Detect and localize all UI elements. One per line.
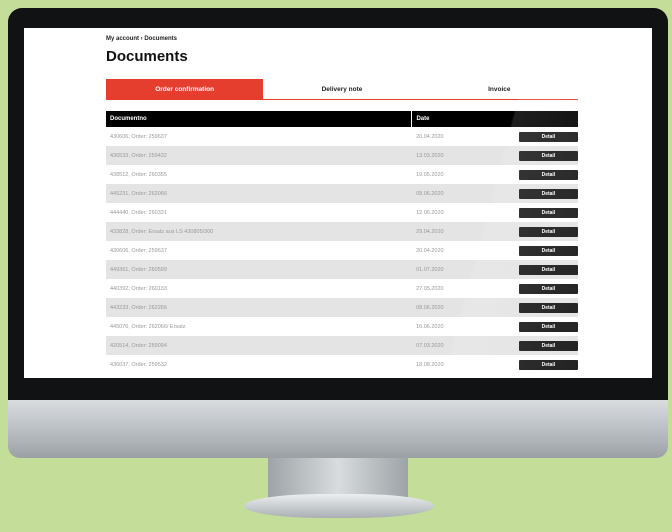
monitor-stand-base bbox=[244, 494, 434, 518]
table-row: 449361, Order: 260599 01.07.2020 Detail bbox=[106, 260, 579, 279]
document-number-cell: 449361, Order: 260599 bbox=[110, 266, 167, 273]
date-cell: 08.06.2020 bbox=[416, 304, 444, 311]
table-row: 445076, Order: 262066/ Ersatz 16.06.2020 D… bbox=[106, 317, 579, 336]
table-row: 420514, Order: 259094 07.03.2020 Detail bbox=[106, 336, 579, 355]
tab-delivery-note[interactable]: Delivery note bbox=[263, 79, 420, 99]
table-row: 440392, Order: 260133 27.05.2020 Detail bbox=[106, 279, 579, 298]
table-row: 433828, Order: Ersatz aus LS 430805/300 2… bbox=[106, 222, 579, 241]
date-cell: 18.08.2020 bbox=[416, 361, 444, 368]
documents-page: My account › Documents Documents Order c… bbox=[106, 28, 579, 378]
tab-invoice[interactable]: Invoice bbox=[421, 79, 578, 99]
documents-table: Documentno Date 430606, Order: 259637 20.… bbox=[106, 111, 579, 374]
detail-button[interactable]: Detail bbox=[518, 169, 579, 180]
detail-button[interactable]: Detail bbox=[518, 340, 579, 351]
table-row: 445231, Order: 262066 08.06.2020 Detail bbox=[106, 184, 579, 203]
table-row: 436037, Order: 259532 18.08.2020 Detail bbox=[106, 355, 579, 374]
document-number-cell: 436533, Order: 259432 bbox=[110, 152, 167, 159]
document-number-cell: 445231, Order: 262066 bbox=[110, 190, 167, 197]
detail-button[interactable]: Detail bbox=[518, 131, 579, 142]
document-number-cell: 443233, Order: 262266 bbox=[110, 304, 167, 311]
date-cell: 29.04.2020 bbox=[416, 228, 444, 235]
document-number-cell: 445076, Order: 262066/ Ersatz bbox=[110, 323, 186, 330]
monitor-screen: My account › Documents Documents Order c… bbox=[24, 28, 652, 378]
date-cell: 27.05.2020 bbox=[416, 285, 444, 292]
column-header-date: Date bbox=[411, 111, 578, 127]
monitor-chin bbox=[8, 400, 668, 458]
document-number-cell: 436037, Order: 259532 bbox=[110, 361, 167, 368]
table-row: 438512, Order: 260355 19.05.2020 Detail bbox=[106, 165, 579, 184]
detail-button[interactable]: Detail bbox=[518, 245, 579, 256]
detail-button[interactable]: Detail bbox=[518, 207, 579, 218]
date-cell: 20.04.2020 bbox=[416, 247, 444, 254]
document-number-cell: 420514, Order: 259094 bbox=[110, 342, 167, 349]
column-header-documentno: Documentno bbox=[110, 116, 147, 122]
date-cell: 19.05.2020 bbox=[416, 171, 444, 178]
date-cell: 16.06.2020 bbox=[416, 323, 444, 330]
tab-order-confirmation[interactable]: Order confirmation bbox=[106, 79, 264, 99]
table-row: 444440, Order: 260331 12.06.2020 Detail bbox=[106, 203, 579, 222]
table-row: 436533, Order: 259432 13.03.2020 Detail bbox=[106, 146, 579, 165]
monitor-stand bbox=[268, 458, 408, 498]
date-cell: 01.07.2020 bbox=[416, 266, 444, 273]
document-number-cell: 444440, Order: 260331 bbox=[110, 209, 167, 216]
document-type-tabs: Order confirmation Delivery note Invoice bbox=[106, 79, 578, 100]
date-cell: 13.03.2020 bbox=[416, 152, 444, 159]
table-header: Documentno Date bbox=[106, 111, 578, 127]
document-number-cell: 438512, Order: 260355 bbox=[110, 171, 167, 178]
table-body: 430606, Order: 259637 20.04.2020 Detail 436… bbox=[106, 127, 579, 374]
document-number-cell: 430606, Order: 259637 bbox=[110, 247, 167, 254]
detail-button[interactable]: Detail bbox=[518, 188, 579, 199]
detail-button[interactable]: Detail bbox=[518, 302, 579, 313]
detail-button[interactable]: Detail bbox=[518, 150, 579, 161]
table-row: 430606, Order: 259637 20.04.2020 Detail bbox=[106, 241, 579, 260]
date-cell: 20.04.2020 bbox=[416, 133, 444, 140]
detail-button[interactable]: Detail bbox=[518, 264, 579, 275]
date-cell: 08.06.2020 bbox=[416, 190, 444, 197]
detail-button[interactable]: Detail bbox=[518, 283, 579, 294]
detail-button[interactable]: Detail bbox=[518, 359, 579, 370]
detail-button[interactable]: Detail bbox=[518, 321, 579, 332]
date-cell: 12.06.2020 bbox=[416, 209, 444, 216]
document-number-cell: 430606, Order: 259637 bbox=[110, 133, 167, 140]
breadcrumb[interactable]: My account › Documents bbox=[106, 36, 578, 42]
page-title: Documents bbox=[106, 48, 188, 65]
table-row: 443233, Order: 262266 08.06.2020 Detail bbox=[106, 298, 579, 317]
document-number-cell: 440392, Order: 260133 bbox=[110, 285, 167, 292]
detail-button[interactable]: Detail bbox=[518, 226, 579, 237]
document-number-cell: 433828, Order: Ersatz aus LS 430805/300 bbox=[110, 228, 214, 235]
date-cell: 07.03.2020 bbox=[416, 342, 444, 349]
table-row: 430606, Order: 259637 20.04.2020 Detail bbox=[106, 127, 579, 146]
